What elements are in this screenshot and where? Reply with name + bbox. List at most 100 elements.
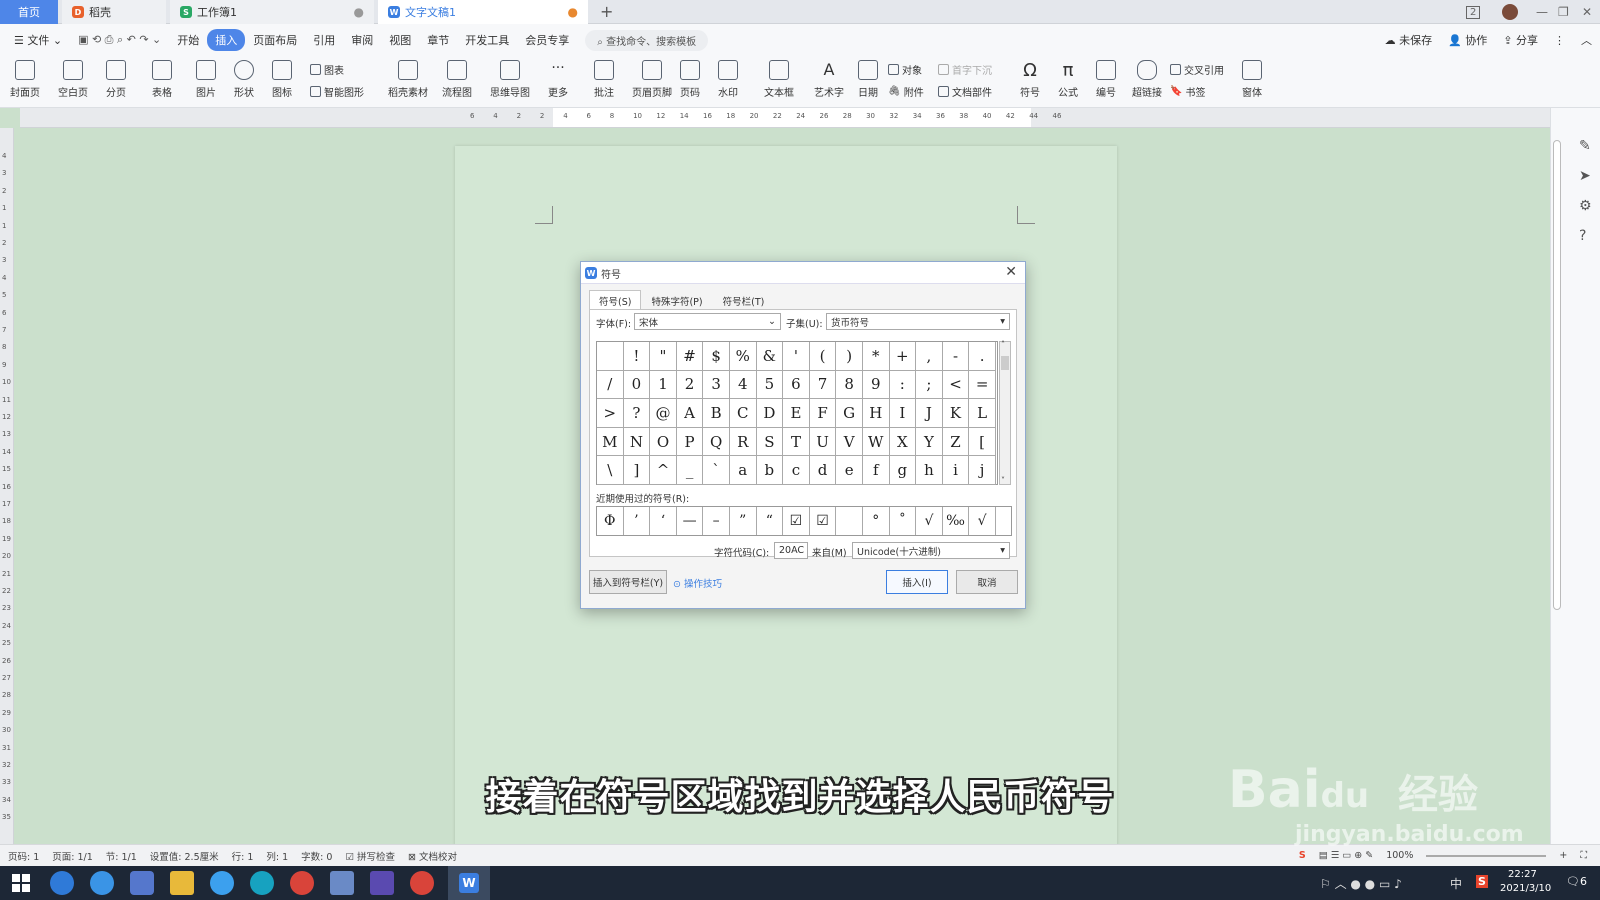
flowchart-button[interactable]: 流程图: [442, 60, 472, 99]
recent-symbol-cell[interactable]: Φ: [597, 507, 624, 535]
from-select[interactable]: Unicode(十六进制) ▾: [852, 542, 1010, 559]
symbol-cell[interactable]: h: [916, 456, 943, 485]
symbol-cell[interactable]: D: [756, 399, 784, 428]
cancel-button[interactable]: 取消: [956, 570, 1018, 594]
close-window-button[interactable]: ✕: [1582, 0, 1592, 24]
tab-daoke[interactable]: D 稻壳: [62, 0, 166, 24]
sogou-tray-icon[interactable]: S: [1476, 875, 1488, 888]
symbol-cell[interactable]: 6: [783, 370, 810, 400]
tray-icons[interactable]: ⚐ ︿ ● ● ▭ ♪: [1320, 875, 1402, 892]
file-menu[interactable]: ☰ 文件 ⌄: [6, 29, 70, 51]
symbol-cell[interactable]: &: [756, 342, 784, 371]
symbol-cell[interactable]: O: [650, 427, 677, 457]
symbol-cell[interactable]: .: [969, 342, 996, 371]
hyperlink-button[interactable]: 超链接: [1132, 60, 1162, 99]
symbol-cell[interactable]: a: [729, 456, 757, 485]
explorer-icon[interactable]: [170, 871, 194, 895]
symbol-cell[interactable]: 4: [729, 370, 757, 400]
symbol-cell[interactable]: X: [889, 427, 917, 457]
table-button[interactable]: 表格: [152, 60, 172, 99]
symbol-cell[interactable]: *: [862, 342, 890, 371]
picture-button[interactable]: 图片: [196, 60, 216, 99]
command-search[interactable]: ⌕ 查找命令、搜索模板: [585, 29, 709, 51]
sogou-ime-icon[interactable]: S: [1299, 850, 1306, 861]
zoom-level[interactable]: 100%: [1386, 850, 1413, 861]
vertical-scrollbar[interactable]: [1553, 140, 1561, 610]
edit-icon[interactable]: ✎: [1579, 138, 1591, 154]
more-menu-icon[interactable]: ⋮: [1546, 31, 1573, 50]
symbol-cell[interactable]: @: [650, 399, 677, 428]
symbol-cell[interactable]: i: [942, 456, 970, 485]
symbol-cell[interactable]: U: [809, 427, 837, 457]
symbol-cell[interactable]: G: [836, 399, 863, 428]
start-icon[interactable]: [12, 874, 30, 892]
tab-home[interactable]: 首页: [0, 0, 58, 24]
recent-symbol-cell[interactable]: —: [677, 507, 704, 535]
recent-symbol-cell[interactable]: ☑: [810, 507, 837, 535]
doc-proof-button[interactable]: ⊠ 文档校对: [408, 849, 457, 863]
symbol-cell[interactable]: E: [783, 399, 810, 428]
quick-access-icons[interactable]: ▣ ⟲ ⎙ ⌕ ↶ ↷ ⌄: [70, 30, 169, 50]
symbol-cell[interactable]: b: [756, 456, 784, 485]
symbol-cell[interactable]: ,: [916, 342, 943, 371]
close-icon[interactable]: ✕: [1005, 264, 1017, 280]
tab-document[interactable]: W 文字文稿1 ●: [378, 0, 588, 24]
menu-start[interactable]: 开始: [169, 29, 207, 51]
symbol-cell[interactable]: !: [623, 342, 651, 371]
symbol-cell[interactable]: B: [703, 399, 730, 428]
window-badge[interactable]: 2: [1466, 0, 1481, 24]
zoom-slider[interactable]: [1426, 854, 1547, 857]
daoke-material-button[interactable]: 稻壳素材: [388, 60, 428, 99]
symbol-cell[interactable]: ]: [623, 456, 651, 485]
settings-icon[interactable]: ⚙: [1579, 198, 1592, 214]
chart-button[interactable]: 图表: [310, 62, 344, 77]
new-tab-button[interactable]: +: [600, 2, 613, 21]
avatar[interactable]: [1502, 0, 1518, 24]
symbol-cell[interactable]: 9: [862, 370, 890, 400]
watermark-button[interactable]: 水印: [718, 60, 738, 99]
symbol-cell[interactable]: Y: [916, 427, 943, 457]
symbol-cell[interactable]: Q: [703, 427, 730, 457]
symbol-cell[interactable]: H: [862, 399, 890, 428]
symbol-cell[interactable]: J: [916, 399, 943, 428]
app-icon-6[interactable]: [250, 871, 274, 895]
recent-symbol-cell[interactable]: √: [916, 507, 943, 535]
notification-icon[interactable]: 🗨6: [1566, 875, 1587, 888]
shape-button[interactable]: 形状: [234, 60, 254, 99]
symbol-button[interactable]: Ω 符号: [1020, 60, 1040, 99]
crossref-button[interactable]: 交叉引用: [1170, 62, 1224, 77]
symbol-cell[interactable]: L: [969, 399, 996, 428]
symbol-cell[interactable]: T: [783, 427, 810, 457]
insert-button[interactable]: 插入(I): [886, 570, 948, 594]
header-footer-button[interactable]: 页眉页脚: [632, 60, 672, 99]
symbol-cell[interactable]: d: [809, 456, 837, 485]
wordart-button[interactable]: A 艺术字: [814, 60, 844, 99]
menu-review[interactable]: 审阅: [343, 29, 381, 51]
unsaved-button[interactable]: ☁ 未保存: [1377, 29, 1441, 51]
symbol-cell[interactable]: g: [889, 456, 917, 485]
recent-symbol-cell[interactable]: ”: [730, 507, 757, 535]
symbol-cell[interactable]: 8: [836, 370, 863, 400]
symbol-cell[interactable]: R: [729, 427, 757, 457]
textbox-button[interactable]: 文本框: [764, 60, 794, 99]
horizontal-ruler[interactable]: 6 4 2 2 4 6 8 10 12 14 16 18 20 22 24 26 28 30 32 34 36 38 40 4…: [20, 108, 1550, 128]
symbol-cell[interactable]: W: [862, 427, 890, 457]
symbol-cell[interactable]: f: [862, 456, 890, 485]
symbol-cell[interactable]: :: [889, 370, 917, 400]
browser-icon[interactable]: [210, 871, 234, 895]
recent-symbol-cell[interactable]: ‘: [650, 507, 677, 535]
symbol-cell[interactable]: 2: [676, 370, 704, 400]
tab-close-icon[interactable]: ●: [354, 5, 364, 19]
unsaved-dot-icon[interactable]: ●: [568, 5, 578, 19]
scroll-thumb[interactable]: [1001, 356, 1009, 370]
recent-symbol-cell[interactable]: ’: [624, 507, 651, 535]
symbol-scrollbar[interactable]: ˄ ˅: [999, 340, 1011, 485]
symbol-cell[interactable]: >: [597, 399, 624, 428]
symbol-cell[interactable]: +: [889, 342, 917, 371]
page-break-button[interactable]: 分页: [106, 60, 126, 99]
menu-view[interactable]: 视图: [381, 29, 419, 51]
spell-check-button[interactable]: ☑ 拼写检查: [345, 849, 395, 863]
tab-symbol[interactable]: 符号(S): [589, 290, 642, 310]
ime-indicator[interactable]: 中: [1450, 875, 1462, 892]
symbol-cell[interactable]: %: [729, 342, 757, 371]
